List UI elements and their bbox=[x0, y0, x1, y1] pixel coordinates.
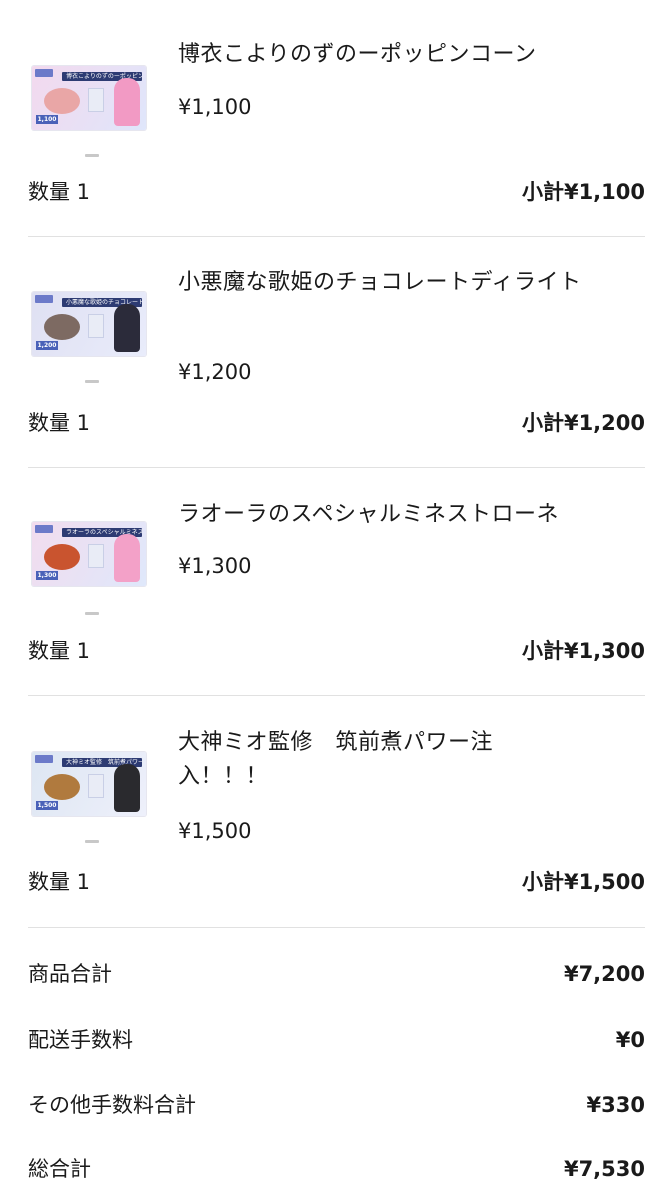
product-total-label: 商品合計 bbox=[28, 962, 112, 986]
character-illustration-icon bbox=[114, 764, 140, 812]
thumbnail-caption-mark bbox=[85, 380, 99, 383]
character-illustration-icon bbox=[114, 304, 140, 352]
cart-item: ラオーラのスペシャルミネストローネ 1,300 ラオーラのスペシャルミネストロー… bbox=[0, 468, 665, 696]
event-logo-icon bbox=[35, 295, 53, 303]
thumbnail-price: 1,500 bbox=[36, 801, 58, 810]
event-logo-icon bbox=[35, 525, 53, 533]
product-thumbnail[interactable]: ラオーラのスペシャルミネストローネ 1,300 bbox=[32, 522, 146, 586]
cart-item: 博衣こよりのずのーポッピンコーン 1,100 博衣こよりのずのーポッピンコーン … bbox=[0, 0, 665, 238]
bonus-card-icon bbox=[88, 88, 104, 112]
product-name[interactable]: ラオーラのスペシャルミネストローネ bbox=[178, 498, 588, 532]
product-price: ¥1,200 bbox=[178, 360, 252, 384]
divider bbox=[28, 236, 645, 237]
thumbnail-caption-mark bbox=[85, 154, 99, 157]
bonus-card-icon bbox=[88, 314, 104, 338]
cart-item: 大神ミオ監修 筑前煮パワー注入！！！ 1,500 大神ミオ監修 筑前煮パワー注入… bbox=[0, 696, 665, 928]
thumbnail-price: 1,200 bbox=[36, 341, 58, 350]
quantity-label: 数量 1 bbox=[28, 870, 91, 894]
item-subtotal: 小計¥1,100 bbox=[521, 180, 645, 204]
thumbnail-caption-mark bbox=[85, 840, 99, 843]
divider bbox=[28, 927, 645, 928]
product-price: ¥1,300 bbox=[178, 554, 252, 578]
product-name[interactable]: 大神ミオ監修 筑前煮パワー注入！！！ bbox=[178, 726, 528, 794]
product-total-value: ¥7,200 bbox=[563, 962, 645, 986]
product-name[interactable]: 博衣こよりのずのーポッピンコーン bbox=[178, 38, 588, 72]
quantity-label: 数量 1 bbox=[28, 639, 91, 663]
event-logo-icon bbox=[35, 755, 53, 763]
grand-total-value: ¥7,530 bbox=[563, 1157, 645, 1181]
shipping-fee-value: ¥0 bbox=[615, 1028, 645, 1052]
product-thumbnail[interactable]: 小悪魔な歌姫のチョコレートディライト 1,200 bbox=[32, 292, 146, 356]
cart-item: 小悪魔な歌姫のチョコレートディライト 1,200 小悪魔な歌姫のチョコレートディ… bbox=[0, 238, 665, 468]
grand-total-label: 総合計 bbox=[28, 1157, 91, 1181]
food-image-icon bbox=[44, 88, 80, 114]
event-logo-icon bbox=[35, 69, 53, 77]
quantity-label: 数量 1 bbox=[28, 180, 91, 204]
bonus-card-icon bbox=[88, 774, 104, 798]
character-illustration-icon bbox=[114, 78, 140, 126]
character-illustration-icon bbox=[114, 534, 140, 582]
product-thumbnail[interactable]: 大神ミオ監修 筑前煮パワー注入！！！ 1,500 bbox=[32, 752, 146, 816]
shipping-fee-label: 配送手数料 bbox=[28, 1028, 133, 1052]
food-image-icon bbox=[44, 774, 80, 800]
item-subtotal: 小計¥1,500 bbox=[521, 870, 645, 894]
thumbnail-caption-mark bbox=[85, 612, 99, 615]
quantity-label: 数量 1 bbox=[28, 411, 91, 435]
thumbnail-price: 1,300 bbox=[36, 571, 58, 580]
food-image-icon bbox=[44, 314, 80, 340]
item-subtotal: 小計¥1,300 bbox=[521, 639, 645, 663]
product-name[interactable]: 小悪魔な歌姫のチョコレートディライト bbox=[178, 266, 588, 300]
product-thumbnail[interactable]: 博衣こよりのずのーポッピンコーン 1,100 bbox=[32, 66, 146, 130]
food-image-icon bbox=[44, 544, 80, 570]
bonus-card-icon bbox=[88, 544, 104, 568]
product-price: ¥1,100 bbox=[178, 95, 252, 119]
product-price: ¥1,500 bbox=[178, 819, 252, 843]
thumbnail-price: 1,100 bbox=[36, 115, 58, 124]
item-subtotal: 小計¥1,200 bbox=[521, 411, 645, 435]
other-fees-value: ¥330 bbox=[586, 1093, 645, 1117]
other-fees-label: その他手数料合計 bbox=[28, 1093, 196, 1117]
